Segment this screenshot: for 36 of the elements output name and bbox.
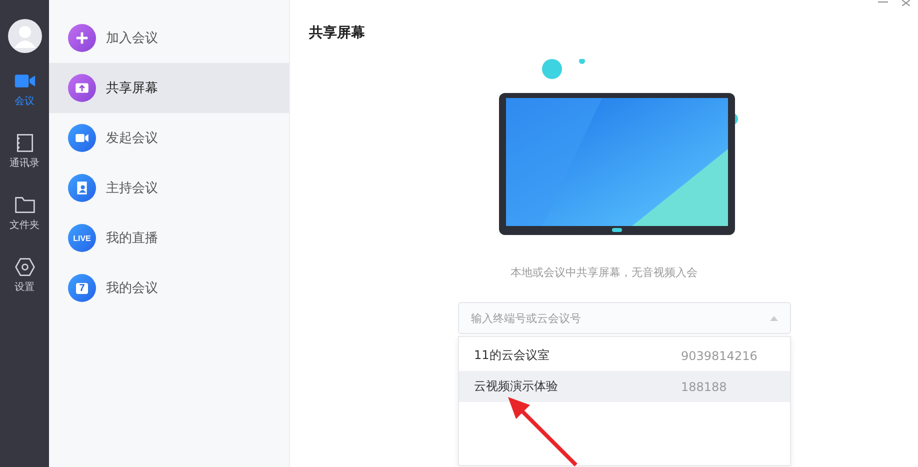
share-screen-icon — [68, 74, 96, 102]
menu-item[interactable]: 加入会议 — [49, 13, 289, 63]
host-icon — [68, 174, 96, 202]
menu-item-label: 共享屏幕 — [106, 80, 158, 97]
menu-item[interactable]: 主持会议 — [49, 163, 289, 213]
rail-nav-item[interactable]: 文件夹 — [10, 195, 40, 257]
annotation-arrow — [506, 397, 578, 467]
rail-nav-item[interactable]: 通讯录 — [10, 133, 40, 195]
dropdown-option[interactable]: 云视频演示体验 188188 — [459, 371, 790, 402]
menu-item[interactable]: 7 我的会议 — [49, 263, 289, 313]
rail-nav-item[interactable]: 设置 — [14, 257, 36, 319]
menu-item-label: 我的会议 — [106, 280, 158, 297]
rail-nav-item[interactable]: 会议 — [14, 71, 36, 133]
menu-item[interactable]: 发起会议 — [49, 113, 289, 163]
add-icon — [68, 24, 96, 52]
caption: 本地或会议中共享屏幕，无音视频入会 — [510, 265, 698, 280]
option-name: 云视频演示体验 — [474, 378, 559, 395]
folder-icon — [14, 195, 36, 215]
menu-item[interactable]: 共享屏幕 — [49, 63, 289, 113]
option-number: 188188 — [681, 380, 727, 394]
menu-item-label: 我的直播 — [106, 230, 158, 247]
dropdown-option[interactable]: 11的云会议室 9039814216 — [459, 340, 790, 371]
option-name: 11的云会议室 — [474, 347, 550, 364]
live-icon: LIVE — [68, 224, 96, 252]
close-icon[interactable] — [902, 0, 910, 6]
menu-item-label: 主持会议 — [106, 180, 158, 197]
menu-item-label: 发起会议 — [106, 130, 158, 147]
option-number: 9039814216 — [681, 348, 758, 362]
avatar-icon[interactable] — [8, 19, 42, 53]
minimize-icon[interactable] — [878, 0, 888, 4]
menu-item-label: 加入会议 — [106, 30, 158, 47]
video-camera-icon — [68, 124, 96, 152]
menu-item[interactable]: LIVE 我的直播 — [49, 213, 289, 263]
panel-title: 共享屏幕 — [309, 24, 366, 42]
settings-icon — [14, 257, 36, 277]
calendar-icon: 7 — [68, 274, 96, 302]
